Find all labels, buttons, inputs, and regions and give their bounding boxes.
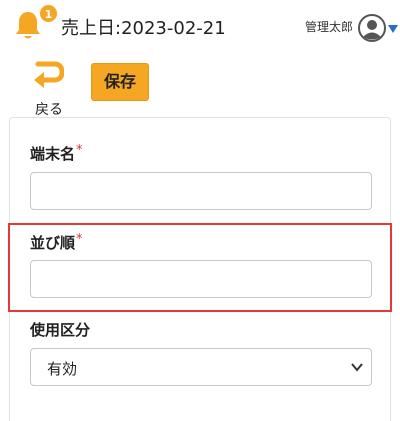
notification-count-badge: 1 bbox=[39, 4, 58, 23]
back-label: 戻る bbox=[35, 102, 63, 118]
usage-type-label: 使用区分 bbox=[30, 321, 91, 339]
required-mark: * bbox=[76, 232, 83, 247]
terminal-name-label: 端末名* bbox=[30, 143, 83, 163]
back-button[interactable]: 戻る bbox=[28, 60, 68, 118]
sort-order-input[interactable] bbox=[30, 260, 372, 298]
terminal-name-input[interactable] bbox=[30, 172, 372, 210]
sales-date: 売上日:2023-02-21 bbox=[61, 18, 226, 39]
required-mark: * bbox=[76, 143, 83, 158]
usage-type-select[interactable]: 有効 bbox=[30, 348, 372, 386]
save-button[interactable]: 保存 bbox=[91, 63, 149, 101]
user-name[interactable]: 管理太郎 bbox=[305, 18, 353, 35]
app-header: 1 売上日:2023-02-21 管理太郎 bbox=[0, 0, 400, 52]
chevron-down-icon bbox=[351, 363, 363, 372]
sort-order-label: 並び順* bbox=[30, 232, 83, 252]
avatar-icon[interactable] bbox=[358, 14, 386, 42]
chevron-down-icon[interactable] bbox=[388, 25, 398, 33]
bell-icon[interactable] bbox=[14, 10, 42, 42]
usage-type-selected-value: 有効 bbox=[47, 360, 78, 378]
undo-arrow-icon bbox=[34, 61, 64, 88]
